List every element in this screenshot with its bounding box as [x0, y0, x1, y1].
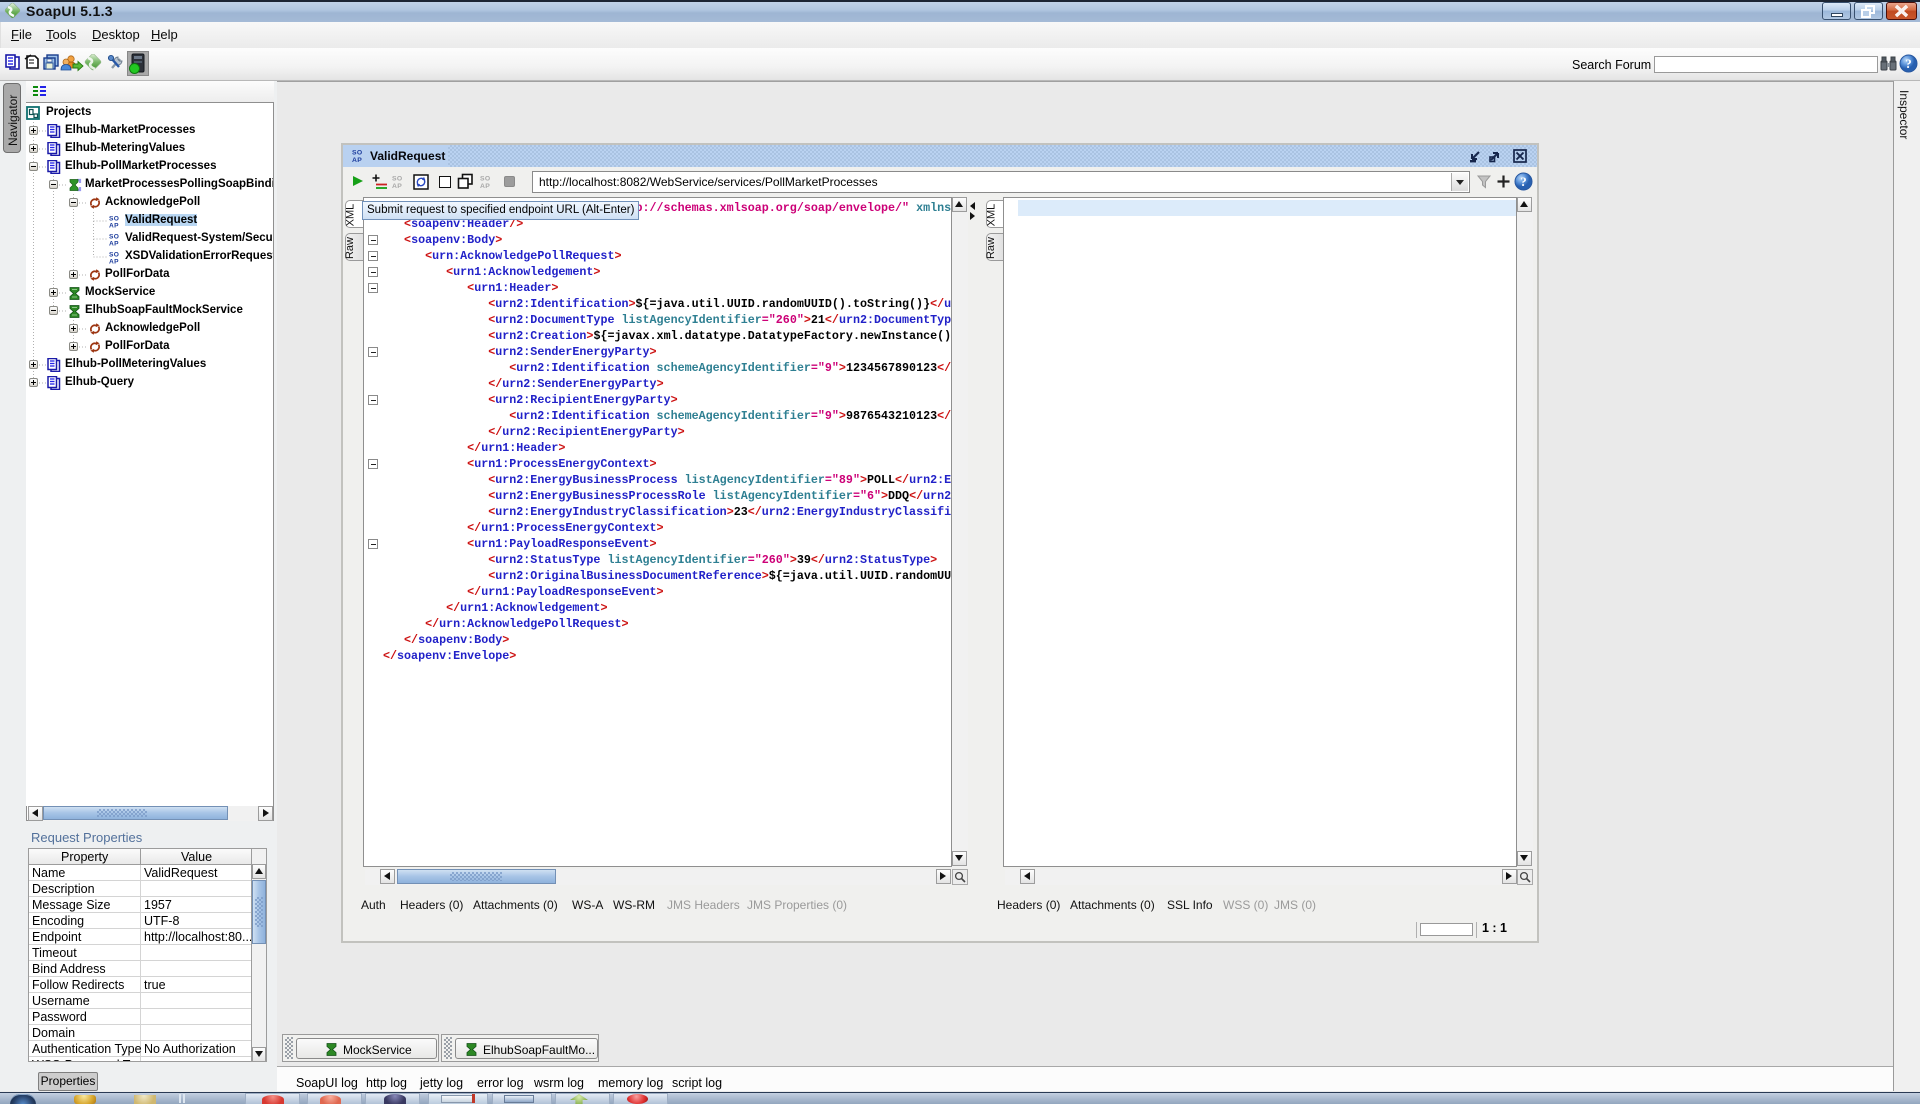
svg-text:SO: SO — [352, 150, 363, 157]
svg-text:?: ? — [1520, 174, 1527, 189]
svg-text:SO: SO — [109, 252, 119, 259]
svg-text:SO: SO — [480, 176, 491, 183]
svg-text:AP: AP — [480, 183, 490, 189]
svg-text:AP: AP — [392, 183, 402, 189]
svg-text:AP: AP — [109, 223, 119, 229]
svg-text:AP: AP — [109, 259, 119, 265]
svg-text:AP: AP — [352, 157, 362, 163]
svg-text:SO: SO — [109, 234, 119, 241]
svg-text:?: ? — [1905, 56, 1912, 71]
svg-text:AP: AP — [109, 241, 119, 247]
svg-text:SO: SO — [392, 176, 403, 183]
svg-text:SO: SO — [109, 216, 119, 223]
